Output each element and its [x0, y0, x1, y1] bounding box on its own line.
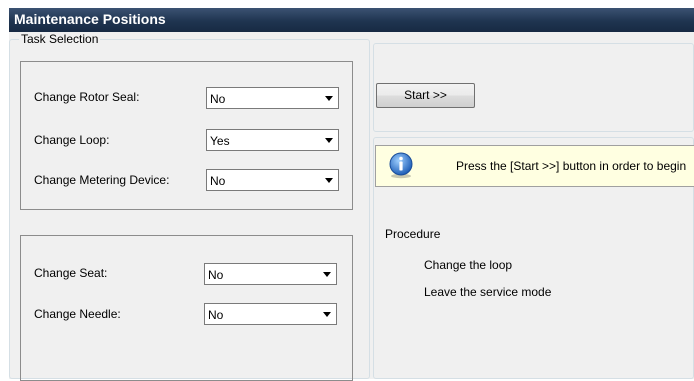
window-title: Maintenance Positions: [14, 11, 166, 27]
loop-dropdown[interactable]: Yes: [206, 129, 339, 151]
chevron-down-icon: [323, 312, 331, 317]
loop-value: Yes: [210, 134, 230, 148]
procedure-step: Leave the service mode: [424, 285, 552, 299]
needle-label: Change Needle:: [34, 307, 121, 321]
metering-device-label: Change Metering Device:: [34, 173, 170, 187]
info-icon: [389, 152, 413, 179]
info-message: Press the [Start >>] button in order to …: [456, 159, 687, 173]
seat-dropdown[interactable]: No: [204, 263, 337, 285]
content-area: Task Selection Change Rotor Seal: No Cha…: [9, 32, 694, 381]
task-selection-legend: Task Selection: [19, 32, 101, 46]
procedure-legend: Procedure: [383, 227, 443, 241]
window-titlebar: Maintenance Positions: [9, 8, 694, 32]
chevron-down-icon: [323, 272, 331, 277]
rotor-seal-dropdown[interactable]: No: [206, 87, 339, 109]
chevron-down-icon: [325, 178, 333, 183]
metering-device-dropdown[interactable]: No: [206, 169, 339, 191]
start-button[interactable]: Start >>: [376, 83, 475, 108]
chevron-down-icon: [325, 96, 333, 101]
rotor-seal-label: Change Rotor Seal:: [34, 90, 140, 104]
info-message-box: Press the [Start >>] button in order to …: [375, 145, 694, 187]
seat-label: Change Seat:: [34, 266, 108, 280]
seat-value: No: [208, 268, 224, 282]
chevron-down-icon: [325, 138, 333, 143]
needle-value: No: [208, 308, 224, 322]
procedure-step: Change the loop: [424, 258, 513, 272]
metering-device-value: No: [210, 174, 226, 188]
loop-label: Change Loop:: [34, 133, 110, 147]
rotor-seal-value: No: [210, 92, 226, 106]
needle-dropdown[interactable]: No: [204, 303, 337, 325]
